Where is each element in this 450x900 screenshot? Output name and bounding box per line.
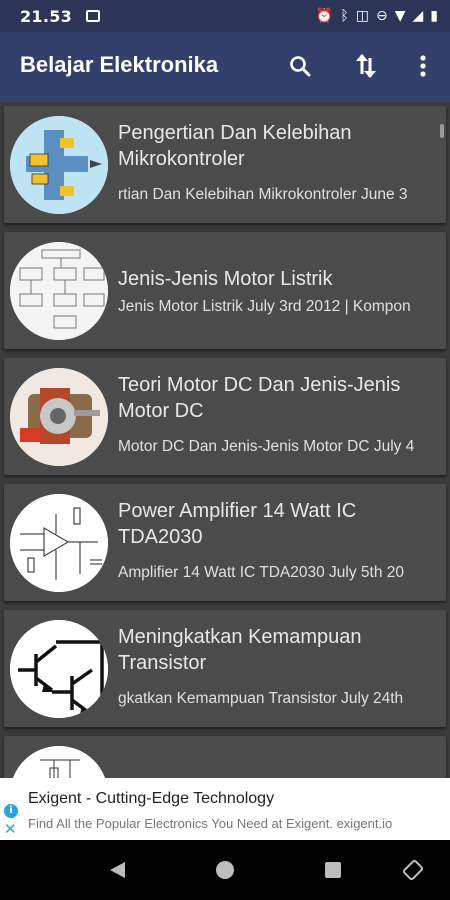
article-subtitle: Jenis Motor Listrik July 3rd 2012 | Komp… — [118, 298, 411, 315]
app-title: Belajar Elektronika — [20, 52, 219, 77]
article-subtitle: rtian Dan Kelebihan Mikrokontroler June … — [118, 186, 408, 203]
vibrate-icon: ◫ — [355, 8, 369, 24]
overflow-menu-button[interactable] — [405, 48, 441, 84]
rotate-icon — [402, 859, 424, 881]
recents-icon — [325, 862, 341, 878]
back-icon — [110, 862, 125, 878]
wifi-icon: ▼ — [394, 8, 406, 24]
more-vert-icon — [420, 55, 426, 77]
status-icons: ⏰ ᛒ ◫ ⊖ ▼ ◢ ▮ — [316, 0, 438, 32]
article-list[interactable]: Pengertian Dan Kelebihan Mikrokontroler … — [0, 102, 450, 778]
alarm-icon: ⏰ — [315, 8, 334, 24]
search-icon — [290, 56, 311, 77]
rotate-button[interactable] — [401, 858, 425, 882]
recents-button[interactable] — [321, 858, 345, 882]
article-title: Pengertian Dan Kelebihan Mikrokontroler — [118, 122, 352, 170]
article-card[interactable] — [4, 736, 446, 778]
article-thumbnail — [10, 746, 108, 778]
article-card[interactable]: Meningkatkan Kemampuan Transistor gkatka… — [4, 610, 446, 727]
article-subtitle: Amplifier 14 Watt IC TDA2030 July 5th 20 — [118, 564, 405, 581]
search-button[interactable] — [282, 48, 318, 84]
ad-banner[interactable]: i ✕ Exigent - Cutting-Edge Technology Fi… — [0, 778, 450, 840]
bluetooth-icon: ᛒ — [340, 8, 349, 24]
article-title: Meningkatkan Kemampuan Transistor — [118, 626, 362, 674]
article-title: Teori Motor DC Dan Jenis-Jenis Motor DC — [118, 374, 401, 422]
status-bar: 21.53 ⏰ ᛒ ◫ ⊖ ▼ ◢ ▮ — [0, 0, 450, 32]
article-thumbnail — [10, 242, 108, 340]
article-card[interactable]: Jenis-Jenis Motor Listrik Jenis Motor Li… — [4, 232, 446, 349]
home-button[interactable] — [213, 858, 237, 882]
ad-headline[interactable]: Exigent - Cutting-Edge Technology — [28, 790, 274, 808]
scrollbar[interactable] — [440, 124, 444, 138]
article-thumbnail — [10, 620, 108, 718]
back-button[interactable] — [105, 858, 129, 882]
article-thumbnail — [10, 116, 108, 214]
image-notification-icon — [86, 10, 101, 22]
app-bar: Belajar Elektronika — [0, 32, 450, 102]
system-nav-bar — [0, 840, 450, 900]
dnd-icon: ⊖ — [375, 8, 388, 24]
battery-icon: ▮ — [430, 8, 438, 24]
article-thumbnail — [10, 494, 108, 592]
ad-close-icon[interactable]: ✕ — [4, 820, 17, 838]
article-card[interactable]: Pengertian Dan Kelebihan Mikrokontroler … — [4, 106, 446, 223]
article-card[interactable]: Power Amplifier 14 Watt IC TDA2030 Ampli… — [4, 484, 446, 601]
sort-icon — [356, 54, 376, 78]
article-title: Jenis-Jenis Motor Listrik — [118, 268, 333, 290]
article-card[interactable]: Teori Motor DC Dan Jenis-Jenis Motor DC … — [4, 358, 446, 475]
sort-button[interactable] — [348, 48, 384, 84]
status-time: 21.53 — [20, 6, 73, 26]
signal-icon: ◢ — [412, 8, 424, 24]
article-title: Power Amplifier 14 Watt IC TDA2030 — [118, 500, 357, 548]
home-icon — [216, 861, 234, 879]
article-subtitle: Motor DC Dan Jenis-Jenis Motor DC July 4 — [118, 438, 415, 455]
ad-info-icon[interactable]: i — [4, 804, 18, 818]
ad-body[interactable]: Find All the Popular Electronics You Nee… — [28, 816, 392, 831]
article-subtitle: gkatkan Kemampuan Transistor July 24th — [118, 690, 404, 707]
article-thumbnail — [10, 368, 108, 466]
